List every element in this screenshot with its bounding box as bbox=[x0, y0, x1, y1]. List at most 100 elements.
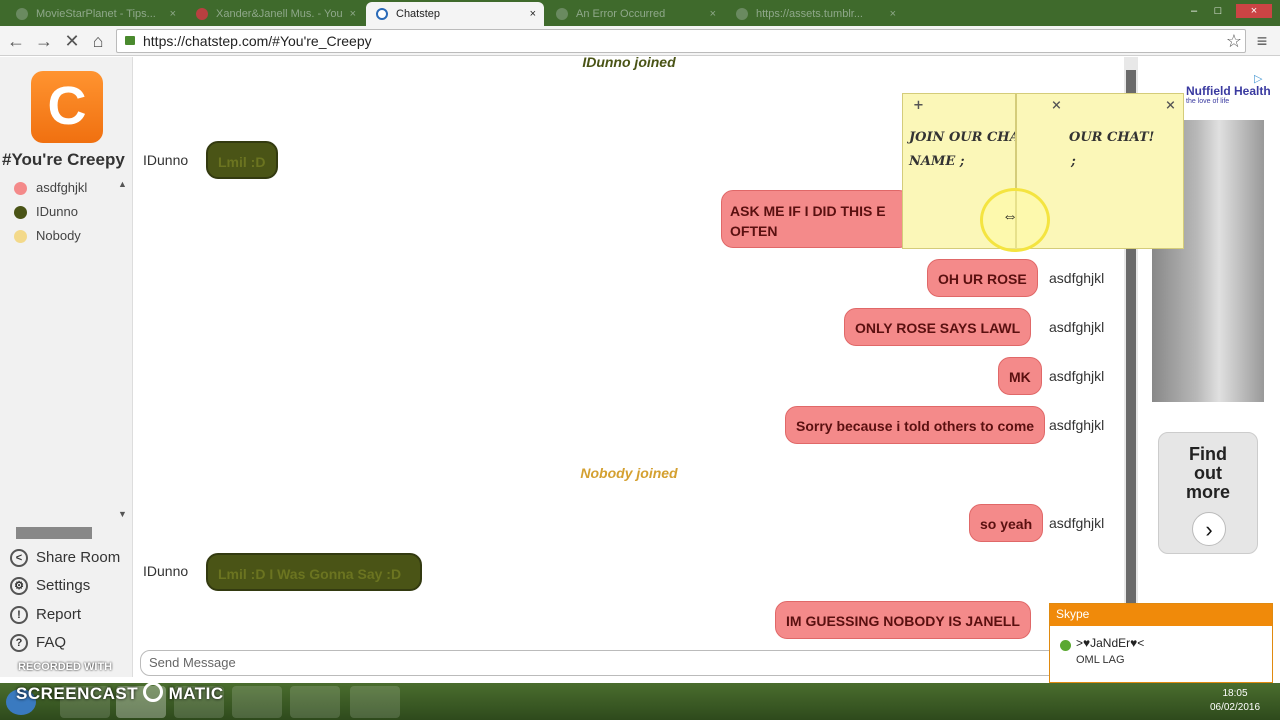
watermark-recorded: RECORDED WITH bbox=[18, 661, 113, 673]
maximize-icon[interactable]: □ bbox=[1208, 4, 1228, 18]
message-author: asdfghjkl bbox=[1049, 417, 1105, 433]
close-icon[interactable]: × bbox=[1165, 98, 1176, 113]
lock-icon bbox=[125, 36, 135, 45]
message-author: asdfghjkl bbox=[1049, 319, 1105, 335]
resize-cursor-icon: ⇔ bbox=[1002, 208, 1018, 225]
adchoices-icon[interactable]: ▷ bbox=[1254, 72, 1262, 85]
note-line: JOIN OUR CHAT! bbox=[909, 130, 1015, 145]
ad-cta-label: Find out more bbox=[1185, 444, 1230, 502]
watermark-word: SCREENCAST bbox=[16, 684, 139, 703]
user-color-dot bbox=[14, 206, 27, 219]
user-name: asdfghjkl bbox=[36, 180, 88, 195]
tab-favicon bbox=[736, 8, 748, 20]
chat-message: ASK ME IF I DID THIS E OFTEN bbox=[721, 190, 911, 248]
note-line: NAME ; bbox=[909, 154, 965, 169]
chat-message: Lmil :D I Was Gonna Say :D bbox=[206, 553, 422, 591]
faq-label: FAQ bbox=[36, 634, 67, 651]
share-room-button[interactable]: < Share Room bbox=[10, 546, 120, 570]
tab-label: An Error Occurred bbox=[576, 8, 666, 20]
back-arrow-icon[interactable]: ← bbox=[4, 29, 28, 53]
browser-toolbar: ← → ✕ ⌂ https://chatstep.com/#You're_Cre… bbox=[0, 26, 1280, 56]
room-name: #You're Creepy bbox=[2, 150, 125, 169]
system-clock[interactable]: 18:05 06/02/2016 bbox=[1200, 687, 1270, 715]
chevron-right-icon: › bbox=[1192, 512, 1226, 546]
close-icon[interactable]: × bbox=[530, 2, 536, 26]
tab-label: MovieStarPlanet - Tips... bbox=[36, 8, 156, 20]
url-text: https://chatstep.com/#You're_Creepy bbox=[143, 33, 372, 49]
tab-label: Chatstep bbox=[396, 8, 441, 20]
tab-error[interactable]: An Error Occurred × bbox=[546, 2, 724, 26]
report-label: Report bbox=[36, 606, 82, 623]
forward-arrow-icon[interactable]: → bbox=[32, 29, 56, 53]
system-message: Nobody joined bbox=[580, 465, 678, 481]
note-line: OUR CHAT! bbox=[1069, 130, 1155, 145]
chat-message: Sorry because i told others to come bbox=[785, 406, 1046, 444]
close-icon[interactable]: × bbox=[1051, 98, 1062, 113]
close-icon[interactable]: × bbox=[350, 2, 356, 26]
scroll-down-icon[interactable]: ▼ bbox=[118, 509, 127, 519]
message-author: IDunno bbox=[143, 563, 189, 579]
user-name: IDunno bbox=[36, 204, 78, 219]
watermark-logo-icon bbox=[143, 682, 164, 702]
ad-tagline: the love of life bbox=[1186, 98, 1230, 105]
message-author: asdfghjkl bbox=[1049, 270, 1105, 286]
settings-label: Settings bbox=[36, 577, 91, 594]
minimize-icon[interactable]: – bbox=[1184, 4, 1204, 18]
app-taskbar-icon[interactable] bbox=[290, 686, 340, 718]
chatstep-icon bbox=[376, 8, 388, 20]
skype-message: OML LAG bbox=[1076, 654, 1125, 666]
system-message: IDunno joined bbox=[582, 54, 676, 70]
chat-message: Lmil :D bbox=[206, 141, 278, 179]
youtube-icon bbox=[196, 8, 208, 20]
faq-icon: ? bbox=[10, 634, 28, 652]
share-icon: < bbox=[10, 549, 28, 567]
close-icon[interactable]: × bbox=[710, 2, 716, 26]
tab-chatstep[interactable]: Chatstep × bbox=[366, 2, 544, 26]
online-status-icon bbox=[1060, 640, 1071, 651]
tab-favicon bbox=[556, 8, 568, 20]
stop-icon[interactable]: ✕ bbox=[60, 29, 84, 53]
note-line: ; bbox=[1071, 154, 1076, 169]
skype-sender: >♥JaNdEr♥< bbox=[1076, 636, 1145, 650]
tab-tumblr[interactable]: https://assets.tumblr... × bbox=[726, 2, 904, 26]
chat-message: MK bbox=[998, 357, 1042, 395]
tab-youtube[interactable]: Xander&Janell Mus. - You × bbox=[186, 2, 364, 26]
settings-button[interactable]: ⚙ Settings bbox=[10, 574, 90, 598]
add-note-icon[interactable]: + bbox=[913, 98, 924, 113]
watermark-brand: SCREENCAST MATIC bbox=[16, 682, 224, 704]
sidebar: C #You're Creepy asdfghjkl IDunno Nobody… bbox=[0, 57, 133, 677]
report-button[interactable]: ! Report bbox=[10, 603, 81, 627]
skype-title: Skype bbox=[1050, 604, 1272, 626]
app-taskbar-icon[interactable] bbox=[232, 686, 282, 718]
address-bar[interactable]: https://chatstep.com/#You're_Creepy bbox=[116, 29, 1246, 53]
user-list-item[interactable]: Nobody bbox=[14, 225, 81, 247]
faq-button[interactable]: ? FAQ bbox=[10, 631, 66, 655]
tab-label: Xander&Janell Mus. - You bbox=[216, 8, 343, 20]
user-list-item[interactable]: IDunno bbox=[14, 201, 78, 223]
close-icon[interactable]: × bbox=[890, 2, 896, 26]
watermark-word: MATIC bbox=[168, 684, 224, 703]
message-author: asdfghjkl bbox=[1049, 368, 1105, 384]
user-list-item[interactable]: asdfghjkl bbox=[14, 177, 87, 199]
tab-favicon bbox=[16, 8, 28, 20]
star-icon[interactable]: ☆ bbox=[1222, 29, 1246, 53]
window-close-icon[interactable]: × bbox=[1236, 4, 1272, 18]
app-taskbar-icon[interactable] bbox=[350, 686, 400, 718]
close-icon[interactable]: × bbox=[170, 2, 176, 26]
share-room-label: Share Room bbox=[36, 549, 121, 566]
report-icon: ! bbox=[10, 606, 28, 624]
browser-tab-strip: MovieStarPlanet - Tips... × Xander&Janell… bbox=[0, 0, 1280, 26]
message-line: ASK ME IF I DID THIS E bbox=[730, 203, 886, 219]
ad-brand: Nuffield Health bbox=[1186, 84, 1271, 98]
message-input[interactable]: Send Message bbox=[140, 650, 1100, 676]
user-color-dot bbox=[14, 182, 27, 195]
horizontal-scrollbar[interactable] bbox=[16, 527, 92, 539]
scroll-up-icon[interactable]: ▲ bbox=[118, 179, 127, 189]
menu-icon[interactable]: ≡ bbox=[1250, 29, 1274, 53]
user-color-dot bbox=[14, 230, 27, 243]
user-name: Nobody bbox=[36, 228, 81, 243]
message-author: IDunno bbox=[143, 152, 189, 168]
skype-notification[interactable]: Skype >♥JaNdEr♥< OML LAG bbox=[1049, 603, 1273, 683]
home-icon[interactable]: ⌂ bbox=[86, 29, 110, 53]
tab-moviestarplanet[interactable]: MovieStarPlanet - Tips... × bbox=[6, 2, 184, 26]
